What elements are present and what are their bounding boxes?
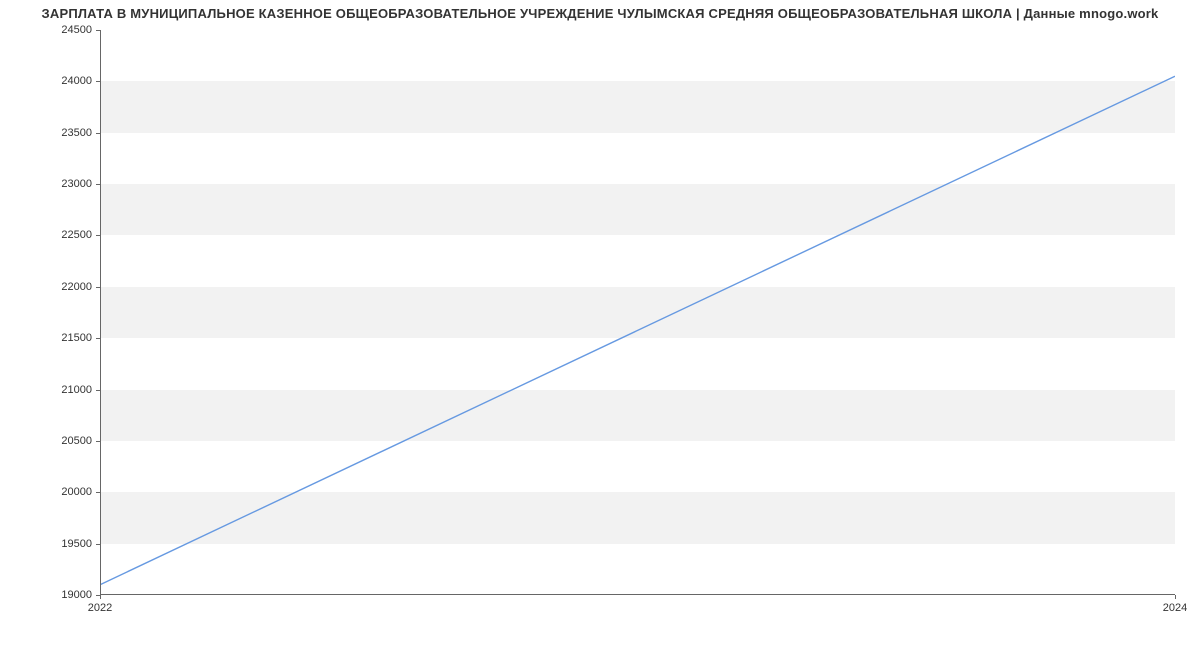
y-tick-label: 23500 (32, 127, 92, 139)
chart-container: ЗАРПЛАТА В МУНИЦИПАЛЬНОЕ КАЗЕННОЕ ОБЩЕОБ… (0, 0, 1200, 650)
y-tick-label: 23000 (32, 178, 92, 190)
y-tick-mark (96, 184, 100, 185)
y-tick-label: 24000 (32, 75, 92, 87)
y-tick-label: 20500 (32, 435, 92, 447)
y-tick-label: 22500 (32, 229, 92, 241)
y-tick-mark (96, 492, 100, 493)
y-tick-mark (96, 235, 100, 236)
chart-title: ЗАРПЛАТА В МУНИЦИПАЛЬНОЕ КАЗЕННОЕ ОБЩЕОБ… (0, 6, 1200, 21)
y-tick-mark (96, 390, 100, 391)
y-axis (100, 30, 101, 595)
line-series (100, 30, 1175, 595)
y-tick-mark (96, 544, 100, 545)
y-tick-mark (96, 81, 100, 82)
y-tick-label: 21000 (32, 384, 92, 396)
x-tick-mark (100, 595, 101, 599)
x-tick-label: 2024 (1163, 602, 1187, 614)
y-tick-label: 20000 (32, 486, 92, 498)
x-tick-mark (1175, 595, 1176, 599)
x-axis (100, 594, 1175, 595)
y-tick-mark (96, 338, 100, 339)
y-tick-label: 22000 (32, 281, 92, 293)
plot-area (100, 30, 1175, 595)
y-tick-label: 24500 (32, 24, 92, 36)
x-tick-label: 2022 (88, 602, 112, 614)
y-tick-mark (96, 133, 100, 134)
y-tick-mark (96, 441, 100, 442)
y-tick-label: 21500 (32, 332, 92, 344)
y-tick-label: 19500 (32, 538, 92, 550)
y-tick-label: 19000 (32, 589, 92, 601)
y-tick-mark (96, 287, 100, 288)
y-tick-mark (96, 30, 100, 31)
